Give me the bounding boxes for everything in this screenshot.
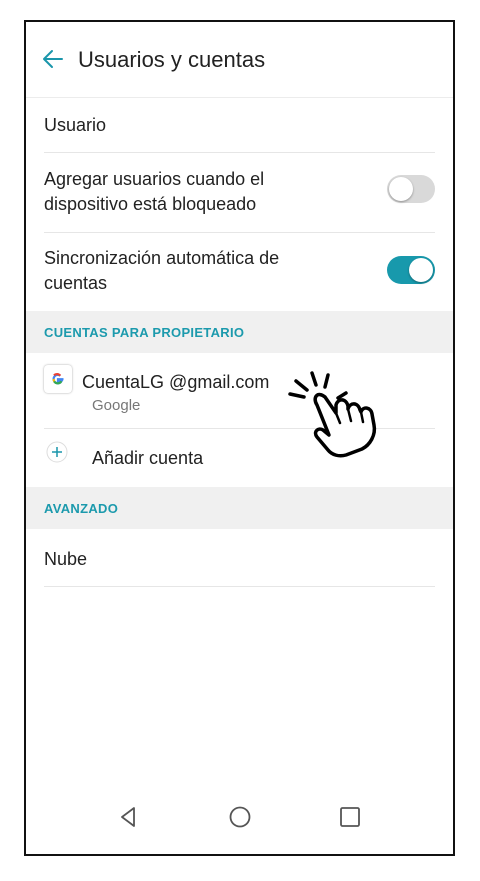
tap-hand-icon xyxy=(288,371,377,458)
add-users-label: Agregar usuarios cuando el dispositivo e… xyxy=(44,167,264,217)
phone-screen: Usuarios y cuentas Usuario Agregar usuar… xyxy=(24,20,455,856)
add-account-label: Añadir cuenta xyxy=(92,448,204,468)
cloud-item[interactable]: Nube xyxy=(44,529,435,587)
user-item[interactable]: Usuario xyxy=(44,98,435,153)
owner-accounts-header: CUENTAS PARA PROPIETARIO xyxy=(26,311,453,353)
google-logo-icon xyxy=(44,365,72,393)
advanced-title: AVANZADO xyxy=(44,501,119,516)
page-title: Usuarios y cuentas xyxy=(78,47,266,72)
auto-sync-item[interactable]: Sincronización automática de cuentas xyxy=(44,233,435,311)
circle-home-icon[interactable] xyxy=(227,804,253,830)
user-label: Usuario xyxy=(44,115,107,135)
triangle-back-icon[interactable] xyxy=(116,804,142,830)
auto-sync-label-line1: Sincronización automática de xyxy=(44,248,280,268)
account-email: CuentaLG @gmail.com xyxy=(82,372,270,392)
owner-accounts-title: CUENTAS PARA PROPIETARIO xyxy=(44,325,245,340)
add-users-toggle[interactable] xyxy=(387,175,435,203)
arrow-left-icon[interactable] xyxy=(40,46,66,72)
toggle-knob xyxy=(389,177,413,201)
account-provider: Google xyxy=(92,397,141,414)
add-users-locked-item[interactable]: Agregar usuarios cuando el dispositivo e… xyxy=(44,153,435,233)
auto-sync-label-line2: cuentas xyxy=(44,273,108,293)
square-recents-icon[interactable] xyxy=(337,804,363,830)
app-bar: Usuarios y cuentas xyxy=(26,22,453,98)
auto-sync-toggle[interactable] xyxy=(387,256,435,284)
auto-sync-label: Sincronización automática de cuentas xyxy=(44,246,279,296)
add-users-label-line2: dispositivo está bloqueado xyxy=(44,194,257,214)
toggle-knob xyxy=(409,258,433,282)
cloud-label: Nube xyxy=(44,549,88,569)
advanced-header: AVANZADO xyxy=(26,487,453,529)
navigation-bar xyxy=(26,782,453,854)
add-users-label-line1: Agregar usuarios cuando el xyxy=(44,169,265,189)
plus-circle-icon xyxy=(46,441,68,463)
